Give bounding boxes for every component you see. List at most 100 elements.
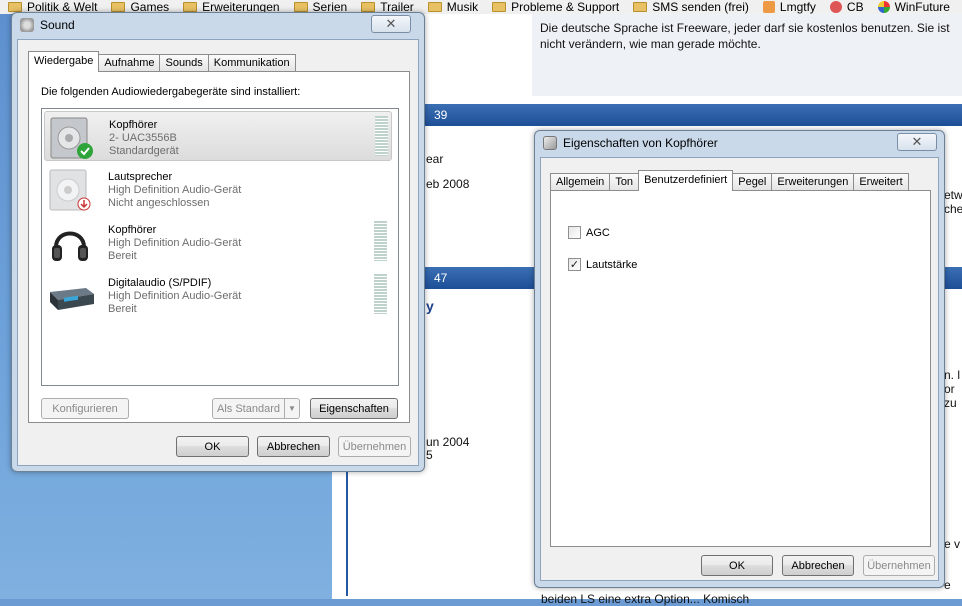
apply-button[interactable]: Übernehmen [863, 555, 935, 576]
chevron-down-icon[interactable]: ▼ [284, 399, 299, 418]
folder-icon [111, 2, 126, 12]
tab-kommunikation[interactable]: Kommunikation [207, 54, 296, 72]
post-text: beiden LS eine extra Option... Komisch [541, 592, 750, 606]
device-description: High Definition Audio-Gerät [108, 237, 242, 249]
user-joined-text: un 2004 [426, 435, 470, 449]
user-joined-text: eb 2008 [426, 177, 470, 191]
post-text: etw [944, 188, 962, 202]
speaker-disconnected-icon [48, 168, 92, 212]
ok-button[interactable]: OK [176, 436, 249, 457]
bookmark-sms[interactable]: SMS senden (frei) [625, 0, 755, 14]
folder-icon [427, 2, 442, 12]
speaker-default-icon [49, 116, 93, 160]
volume-meter [374, 221, 387, 261]
device-description: High Definition Audio-Gerät [108, 290, 242, 302]
cancel-button[interactable]: Abbrechen [782, 555, 854, 576]
device-name: Kopfhörer [109, 119, 158, 131]
devices-heading: Die folgenden Audiowiedergabegeräte sind… [41, 86, 301, 98]
bookmark-lmgtfy[interactable]: Lmgtfy [755, 0, 822, 14]
device-name: Lautsprecher [108, 171, 173, 183]
tab-allgemein[interactable]: Allgemein [550, 173, 611, 191]
volume-checkbox[interactable]: ✓ Lautstärke [568, 258, 637, 271]
tab-erweiterungen[interactable]: Erweiterungen [771, 173, 855, 191]
tab-aufnahme[interactable]: Aufnahme [98, 54, 161, 72]
folder-icon [293, 2, 308, 12]
device-list: Kopfhörer 2- UAC3556B Standardgerät Laut… [41, 108, 399, 386]
device-item-headphones-usb[interactable]: Kopfhörer 2- UAC3556B Standardgerät [44, 111, 392, 161]
lmgtfy-icon [762, 1, 775, 13]
sound-app-icon [20, 18, 34, 32]
properties-body: Allgemein Ton Benutzerdefiniert Pegel Er… [540, 157, 939, 581]
bookmark-musik[interactable]: Musik [420, 0, 484, 14]
folder-icon [8, 2, 22, 12]
post-text: che [944, 202, 962, 216]
device-item-headphones-hd[interactable]: Kopfhörer High Definition Audio-Gerät Be… [44, 217, 392, 267]
quote-line-2: nicht verändern, wie man gerade möchte. [540, 37, 761, 51]
device-status: Nicht angeschlossen [108, 197, 210, 209]
folder-icon [183, 2, 198, 12]
set-default-label: Als Standard [217, 402, 280, 415]
post-text: or [944, 382, 955, 396]
bookmark-label: WinFuture [894, 0, 950, 14]
sound-tabs: Wiedergabe Aufnahme Sounds Kommunikation [28, 51, 296, 72]
device-status: Standardgerät [109, 145, 179, 157]
set-default-button[interactable]: Als Standard ▼ [212, 398, 300, 419]
custom-panel: AGC ✓ Lautstärke [550, 190, 931, 547]
device-item-digital-audio[interactable]: Digitalaudio (S/PDIF) High Definition Au… [44, 270, 392, 320]
post-number: 39 [434, 108, 448, 122]
properties-button[interactable]: Eigenschaften [310, 398, 398, 419]
bookmark-cb[interactable]: CB [822, 0, 870, 14]
apply-button[interactable]: Übernehmen [338, 436, 411, 457]
volume-meter [374, 274, 387, 314]
post-text: e [944, 578, 951, 592]
post-text: e v [944, 537, 961, 551]
folder-icon [633, 2, 648, 12]
webpage-quote: Die deutsche Sprache ist Freeware, jeder… [532, 14, 962, 96]
speaker-app-icon [543, 136, 557, 150]
close-icon: ✕ [911, 134, 923, 149]
bookmark-probleme[interactable]: Probleme & Support [484, 0, 625, 14]
properties-tabs: Allgemein Ton Benutzerdefiniert Pegel Er… [550, 170, 909, 191]
sound-dialog: Sound ✕ Wiedergabe Aufnahme Sounds Kommu… [11, 12, 425, 472]
post-text: n. l [944, 368, 961, 382]
tab-erweitert[interactable]: Erweitert [853, 173, 909, 191]
properties-title: Eigenschaften von Kopfhörer [563, 136, 718, 150]
tab-ton[interactable]: Ton [609, 173, 640, 191]
device-name: Kopfhörer [108, 224, 157, 236]
ok-button[interactable]: OK [701, 555, 773, 576]
winfuture-icon [877, 1, 890, 13]
sound-title: Sound [40, 18, 75, 32]
bookmark-label: Probleme & Support [511, 0, 620, 14]
tab-pegel[interactable]: Pegel [732, 173, 773, 191]
device-description: High Definition Audio-Gerät [108, 184, 242, 196]
close-button[interactable]: ✕ [371, 15, 411, 33]
device-item-speakers[interactable]: Lautsprecher High Definition Audio-Gerät… [44, 164, 392, 214]
bookmark-label: Musik [446, 0, 479, 14]
bookmark-label: Lmgtfy [779, 0, 816, 14]
username-link[interactable]: y [426, 298, 434, 314]
agc-checkbox[interactable]: AGC [568, 226, 610, 239]
volume-meter [375, 116, 388, 156]
volume-label: Lautstärke [586, 258, 638, 271]
sound-titlebar[interactable]: Sound [12, 13, 424, 37]
bookmark-label: SMS senden (frei) [652, 0, 749, 14]
digital-audio-icon [48, 274, 94, 318]
configure-button[interactable]: Konfigurieren [41, 398, 129, 419]
tab-wiedergabe[interactable]: Wiedergabe [28, 51, 100, 72]
user-posts-text: 5 [426, 448, 433, 462]
agc-label: AGC [586, 226, 610, 239]
tab-sounds[interactable]: Sounds [159, 54, 209, 72]
headphones-icon [48, 221, 92, 265]
properties-dialog: Eigenschaften von Kopfhörer ✕ Allgemein … [534, 130, 945, 588]
post-header-bar: 39 [346, 104, 962, 126]
post-text: zu [944, 396, 957, 410]
bookmark-winfuture[interactable]: WinFuture [870, 0, 956, 14]
quote-line-1: Die deutsche Sprache ist Freeware, jeder… [540, 21, 950, 35]
device-status: Bereit [108, 250, 137, 262]
close-button[interactable]: ✕ [897, 133, 937, 151]
tab-benutzerdefiniert[interactable]: Benutzerdefiniert [638, 170, 734, 191]
checkmark-icon: ✓ [568, 258, 581, 271]
cancel-button[interactable]: Abbrechen [257, 436, 330, 457]
properties-titlebar[interactable]: Eigenschaften von Kopfhörer [535, 131, 944, 155]
checkbox-box [568, 226, 581, 239]
